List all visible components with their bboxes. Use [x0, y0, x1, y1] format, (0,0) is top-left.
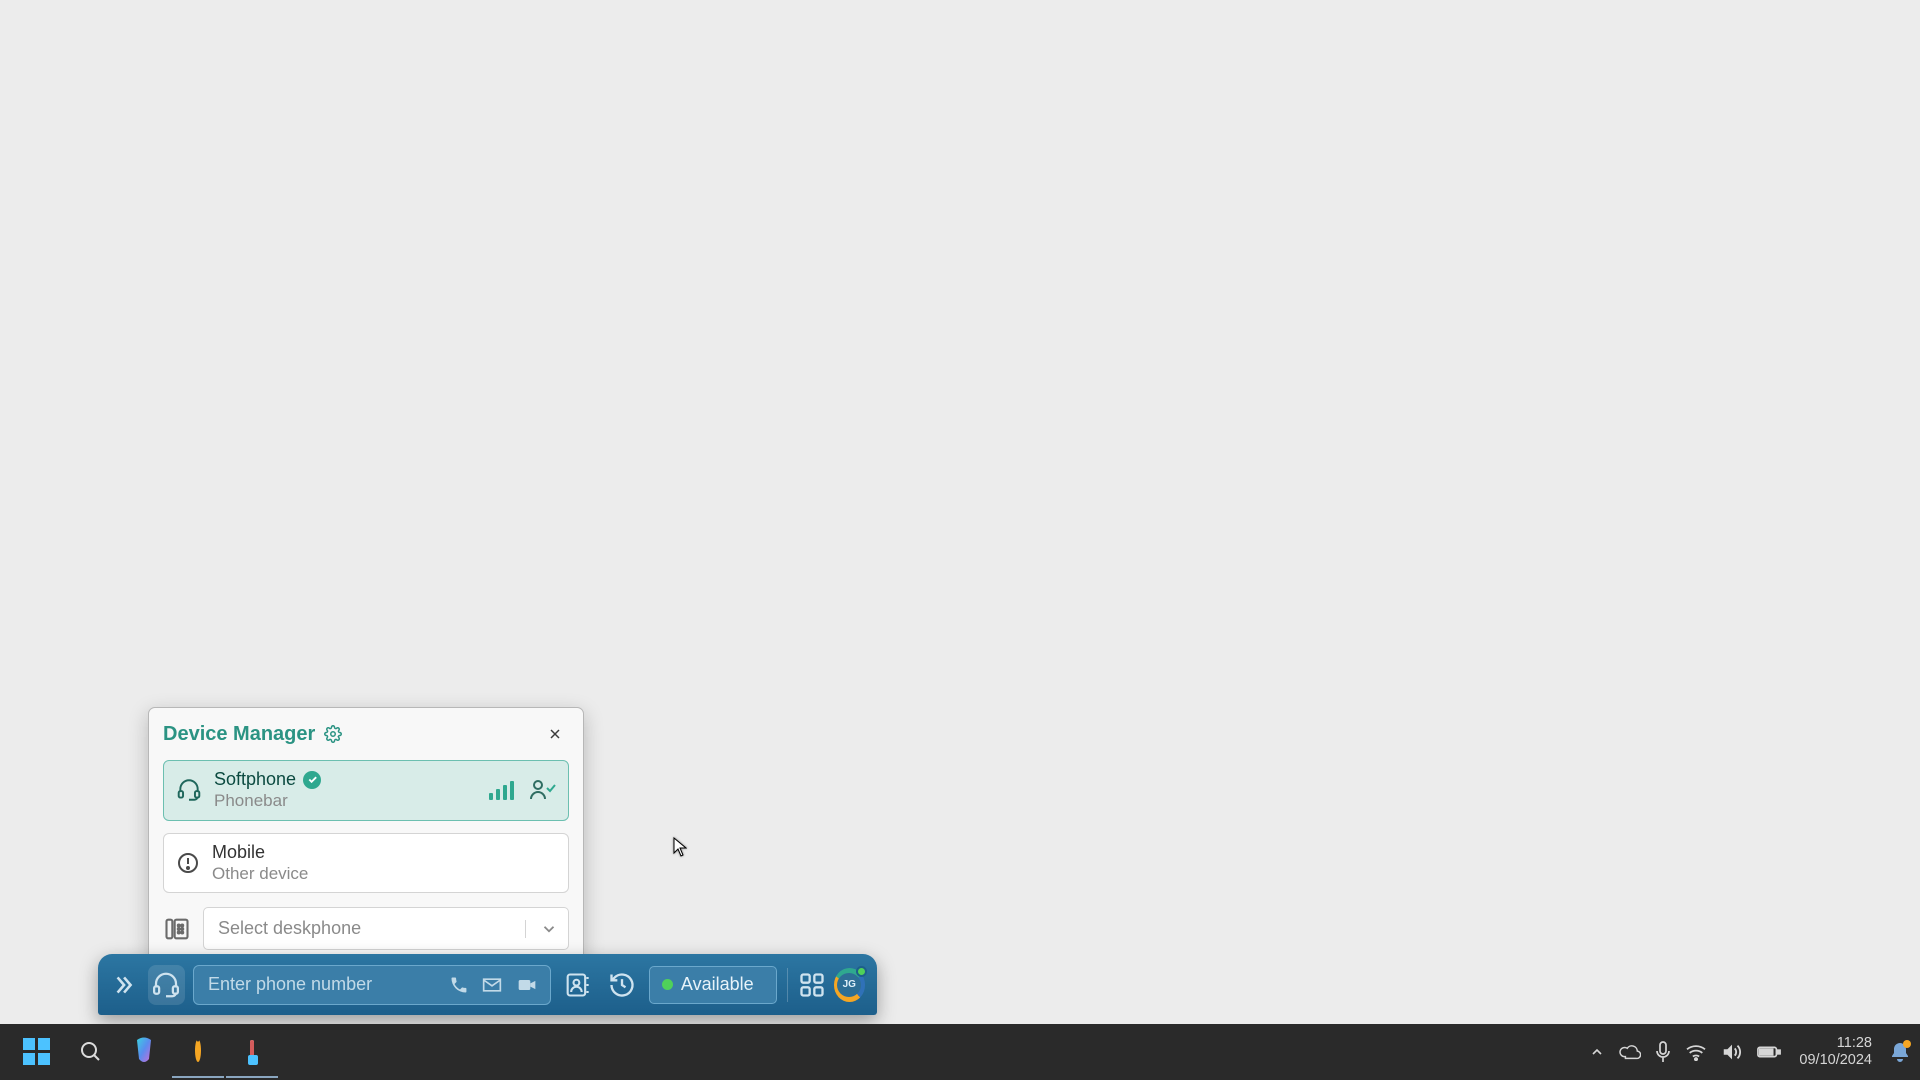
deskphone-placeholder: Select deskphone [218, 918, 361, 939]
taskbar-clock[interactable]: 11:28 09/10/2024 [1795, 1035, 1876, 1069]
battery-icon[interactable] [1757, 1044, 1781, 1060]
chevron-down-icon [525, 920, 558, 938]
apps-grid-icon[interactable] [798, 971, 826, 999]
device-subtitle: Other device [212, 864, 308, 885]
video-icon[interactable] [512, 972, 542, 998]
history-button[interactable] [604, 965, 641, 1005]
taskbar-date: 09/10/2024 [1799, 1052, 1872, 1069]
check-badge-icon [303, 771, 321, 789]
expand-chevrons-icon[interactable] [106, 968, 140, 1002]
device-labels: Softphone Phonebar [214, 769, 321, 812]
phone-number-input[interactable] [208, 974, 440, 995]
search-icon [78, 1039, 102, 1063]
taskbar-time: 11:28 [1837, 1035, 1872, 1052]
headset-icon [176, 777, 202, 803]
deskphone-icon [163, 915, 191, 943]
device-status-icons [489, 778, 556, 802]
device-manager-title: Device Manager [163, 723, 315, 746]
volume-icon[interactable] [1721, 1042, 1743, 1062]
alert-circle-icon [176, 851, 200, 875]
device-name: Softphone [214, 769, 296, 791]
device-labels: Mobile Other device [212, 842, 308, 885]
device-row-mobile[interactable]: Mobile Other device [163, 833, 569, 894]
phonebar-toolbar: Available JG [98, 954, 877, 1015]
presence-badge-icon [856, 966, 867, 977]
close-icon[interactable] [541, 720, 569, 748]
taskbar-left [10, 1026, 278, 1078]
user-check-icon [528, 778, 556, 802]
contacts-button[interactable] [559, 965, 596, 1005]
wifi-icon[interactable] [1685, 1043, 1707, 1061]
device-manager-popup: Device Manager Softphone [148, 707, 584, 969]
microphone-icon[interactable] [1655, 1041, 1671, 1063]
notification-dot-icon [1903, 1040, 1911, 1048]
windows-logo-icon [23, 1038, 50, 1065]
deskphone-select[interactable]: Select deskphone [203, 907, 569, 950]
phone-input-wrap [193, 965, 551, 1005]
device-name: Mobile [212, 842, 308, 864]
search-button[interactable] [64, 1026, 116, 1078]
start-button[interactable] [10, 1026, 62, 1078]
separator [787, 968, 788, 1002]
mouse-cursor-icon [673, 837, 687, 857]
taskbar-app-snip[interactable] [226, 1026, 278, 1078]
status-dot-icon [662, 979, 673, 990]
device-row-softphone[interactable]: Softphone Phonebar [163, 760, 569, 821]
mail-icon[interactable] [478, 972, 506, 998]
device-subtitle: Phonebar [214, 791, 321, 812]
copilot-button[interactable] [118, 1026, 170, 1078]
gear-icon[interactable] [324, 725, 342, 743]
taskbar-app-loading[interactable] [172, 1026, 224, 1078]
taskbar-right: 11:28 09/10/2024 [1589, 1035, 1910, 1069]
tray-chevron-up-icon[interactable] [1589, 1044, 1605, 1060]
deskphone-row: Select deskphone [163, 907, 569, 950]
headset-toggle[interactable] [148, 965, 185, 1005]
notifications-icon[interactable] [1890, 1041, 1910, 1063]
signal-icon [489, 781, 514, 800]
windows-taskbar: 11:28 09/10/2024 [0, 1024, 1920, 1080]
status-label: Available [681, 974, 754, 995]
copilot-icon [132, 1037, 156, 1065]
onedrive-icon[interactable] [1619, 1043, 1641, 1061]
spinner-icon [195, 1042, 201, 1060]
presence-status[interactable]: Available [649, 966, 777, 1004]
user-avatar[interactable]: JG [834, 968, 865, 1002]
device-manager-header: Device Manager [163, 720, 569, 748]
snipping-tool-icon [250, 1042, 254, 1060]
call-icon[interactable] [446, 972, 472, 998]
